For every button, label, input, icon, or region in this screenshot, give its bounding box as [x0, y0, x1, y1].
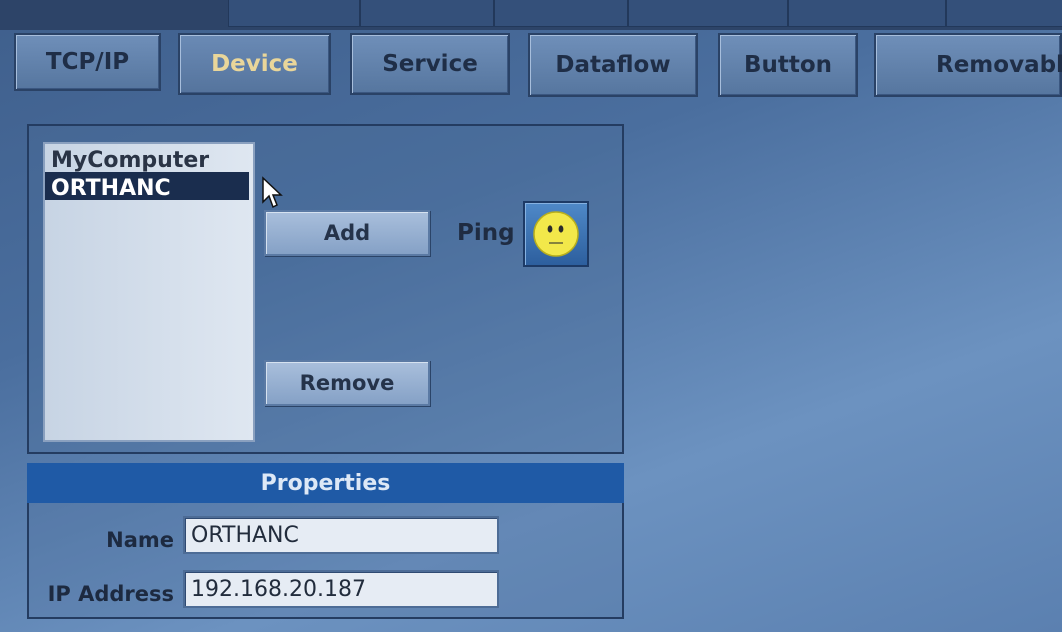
neutral-face-icon	[533, 211, 579, 257]
tab-dataflow[interactable]: Dataflow	[528, 33, 698, 97]
mouse-pointer-icon	[262, 176, 283, 209]
top-strip-cell	[788, 0, 946, 27]
ip-address-label: IP Address	[47, 582, 174, 606]
top-strip-cell	[360, 0, 494, 27]
top-strip-cell	[228, 0, 360, 27]
device-list[interactable]: MyComputer ORTHANC	[43, 142, 255, 442]
name-label: Name	[106, 528, 174, 552]
top-strip-cell	[628, 0, 788, 27]
list-item-mycomputer[interactable]: MyComputer	[45, 144, 253, 173]
properties-header: Properties	[27, 463, 624, 503]
ip-address-field[interactable]	[183, 570, 499, 608]
top-strip-cell	[946, 0, 1062, 27]
tab-tcpip[interactable]: TCP/IP	[14, 33, 161, 91]
tab-device[interactable]: Device	[178, 33, 331, 95]
add-button[interactable]: Add	[264, 210, 430, 256]
tab-button[interactable]: Button	[718, 33, 858, 97]
name-field[interactable]	[183, 516, 499, 554]
tab-service[interactable]: Service	[350, 33, 510, 95]
ping-button[interactable]	[523, 201, 589, 267]
top-toolbar-strip	[0, 0, 1062, 30]
list-item-orthanc[interactable]: ORTHANC	[45, 172, 249, 201]
ping-label: Ping	[457, 220, 515, 246]
tab-removable[interactable]: Removable	[874, 33, 1062, 97]
remove-button[interactable]: Remove	[264, 360, 430, 406]
top-strip-cell	[494, 0, 628, 27]
